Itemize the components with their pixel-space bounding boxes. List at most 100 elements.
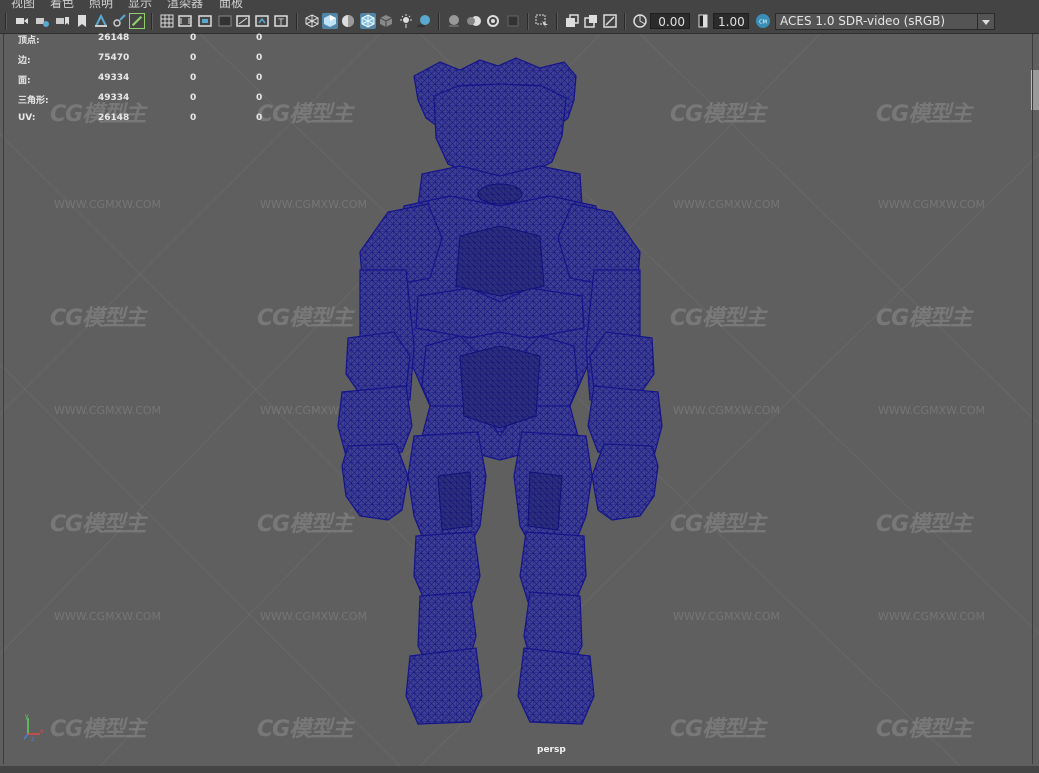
hud-value: 0 — [256, 53, 263, 63]
toolbar-separator — [296, 13, 298, 30]
image-plane-icon[interactable] — [74, 13, 90, 29]
textured-icon[interactable] — [378, 13, 394, 29]
toolbar-separator — [151, 13, 153, 30]
watermark-logo: CG模型主 — [670, 306, 766, 331]
watermark-logo: CG模型主 — [50, 306, 146, 331]
menu-shading[interactable]: 着色 — [50, 0, 74, 9]
smooth-shade-icon[interactable] — [322, 13, 338, 29]
wireframe-robot-model[interactable] — [330, 56, 670, 728]
hud-value: 0 — [256, 33, 263, 43]
watermark-url: WWW.CGMXW.COM — [878, 404, 986, 417]
hud-value: 0 — [190, 33, 197, 43]
menu-lighting[interactable]: 照明 — [89, 0, 113, 9]
color-management-icon[interactable]: CM — [755, 13, 771, 29]
xray-icon[interactable] — [564, 13, 580, 29]
gate-mask-icon[interactable] — [217, 13, 233, 29]
hud-value: 0 — [190, 53, 197, 63]
toolbar-separator — [5, 13, 7, 30]
hud-value: 0 — [190, 73, 197, 83]
hud-value: 49334 — [98, 73, 130, 83]
toolbar-separator — [438, 13, 440, 30]
hud-value: 0 — [256, 73, 263, 83]
safe-action-icon[interactable] — [254, 13, 270, 29]
hud-label: 面: — [18, 76, 31, 86]
watermark-url: WWW.CGMXW.COM — [673, 404, 781, 417]
isolate-select-icon[interactable] — [534, 13, 550, 29]
camera-attributes-icon[interactable] — [34, 13, 50, 29]
watermark-url: WWW.CGMXW.COM — [673, 198, 781, 211]
view-transform-value: ACES 1.0 SDR-video (sRGB) — [780, 14, 946, 28]
shadows-icon[interactable] — [416, 13, 432, 29]
watermark-url: WWW.CGMXW.COM — [54, 610, 162, 623]
paint-brush-icon[interactable] — [129, 13, 145, 29]
screen-space-ao-icon[interactable] — [446, 13, 462, 29]
view-cube[interactable] — [1031, 70, 1039, 110]
gamma-icon[interactable] — [695, 13, 711, 29]
watermark-logo: CG模型主 — [670, 102, 766, 127]
hud-label: 三角形: — [18, 96, 49, 106]
hud-label: UV: — [18, 113, 36, 123]
xray-components-icon[interactable] — [602, 13, 618, 29]
watermark-url: WWW.CGMXW.COM — [878, 198, 986, 211]
view-transform-dropdown[interactable]: ACES 1.0 SDR-video (sRGB) — [775, 13, 995, 30]
camera-icon[interactable] — [14, 13, 30, 29]
svg-text:x: x — [40, 728, 44, 735]
field-chart-icon[interactable] — [235, 13, 251, 29]
watermark-url: WWW.CGMXW.COM — [54, 198, 162, 211]
panel-toolbar: T 0.00 1.00 CM ACES 1.0 SDR-video (sRGB) — [0, 9, 1039, 34]
watermark-url: WWW.CGMXW.COM — [673, 610, 781, 623]
watermark-logo: CG模型主 — [670, 717, 766, 742]
motion-blur-icon[interactable] — [466, 13, 482, 29]
hud-label: 顶点: — [18, 36, 40, 46]
watermark-url: WWW.CGMXW.COM — [54, 404, 162, 417]
hud-value: 26148 — [98, 33, 130, 43]
svg-text:z: z — [31, 736, 34, 742]
watermark-logo: CG模型主 — [876, 306, 972, 331]
watermark-logo: CG模型主 — [876, 102, 972, 127]
panel-menu-bar: 视图 着色 照明 显示 渲染器 面板 — [0, 0, 1039, 9]
multisample-aa-icon[interactable] — [485, 13, 501, 29]
hud-value: 0 — [256, 93, 263, 103]
hud-value: 0 — [256, 113, 263, 123]
svg-text:y: y — [25, 713, 29, 720]
toolbar-separator — [556, 13, 558, 30]
hud-value: 75470 — [98, 53, 130, 63]
hud-value: 0 — [190, 113, 197, 123]
toolbar-separator — [624, 13, 626, 30]
2d-pan-icon[interactable] — [93, 13, 109, 29]
watermark-logo: CG模型主 — [670, 512, 766, 537]
xray-joints-icon[interactable] — [583, 13, 599, 29]
axis-gizmo-icon: y x z — [23, 713, 44, 742]
wireframe-icon[interactable] — [304, 13, 320, 29]
watermark-logo: CG模型主 — [876, 512, 972, 537]
menu-renderer[interactable]: 渲染器 — [167, 0, 203, 9]
hud-value: 26148 — [98, 113, 130, 123]
bookmark-icon[interactable] — [54, 13, 70, 29]
gamma-field[interactable]: 1.00 — [713, 13, 749, 29]
menu-view[interactable]: 视图 — [11, 0, 35, 9]
camera-name-label: persp — [537, 745, 566, 755]
menu-show[interactable]: 显示 — [128, 0, 152, 9]
film-gate-icon[interactable] — [177, 13, 193, 29]
resolution-gate-icon[interactable] — [197, 13, 213, 29]
wireframe-on-shaded-icon[interactable] — [360, 13, 376, 29]
watermark-logo: CG模型主 — [50, 512, 146, 537]
hud-value: 49334 — [98, 93, 130, 103]
exposure-icon[interactable] — [632, 13, 648, 29]
toolbar-separator — [527, 13, 529, 30]
depth-of-field-icon[interactable] — [505, 13, 521, 29]
hud-label: 边: — [18, 56, 31, 66]
svg-text:CM: CM — [759, 20, 767, 26]
watermark-logo: CG模型主 — [50, 717, 146, 742]
use-all-lights-icon[interactable] — [398, 13, 414, 29]
exposure-field[interactable]: 0.00 — [650, 13, 690, 29]
safe-title-icon[interactable]: T — [273, 13, 289, 29]
grease-pencil-icon[interactable] — [111, 13, 127, 29]
watermark-url: WWW.CGMXW.COM — [878, 610, 986, 623]
watermark-logo: CG模型主 — [876, 717, 972, 742]
grid-icon[interactable] — [159, 13, 175, 29]
bottom-strip — [0, 766, 1039, 773]
default-material-icon[interactable] — [340, 13, 356, 29]
menu-panels[interactable]: 面板 — [219, 0, 243, 9]
chevron-down-icon[interactable] — [977, 14, 994, 29]
